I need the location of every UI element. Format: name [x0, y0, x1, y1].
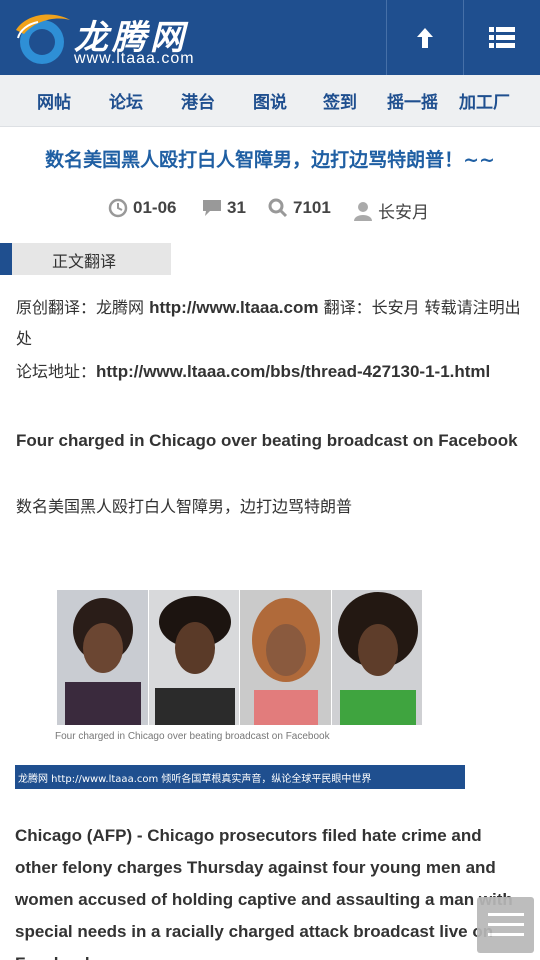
forum-line: 论坛地址：http://www.ltaaa.com/bbs/thread-427… [16, 356, 528, 387]
meta-date-value: 01-06 [133, 198, 177, 217]
nav-item-hktw[interactable]: 港台 [181, 88, 215, 113]
logo-swoosh-icon [16, 14, 70, 64]
source-prefix: 原创翻译：龙腾网 [16, 298, 150, 317]
mugshot-3 [240, 590, 331, 725]
meta-comments-value: 31 [227, 198, 246, 217]
source-url[interactable]: http://www.ltaaa.com [149, 298, 318, 317]
forum-prefix: 论坛地址： [16, 362, 97, 381]
meta-views-value: 7101 [293, 198, 331, 217]
list-icon [489, 26, 515, 48]
mugshot-4 [331, 590, 422, 725]
nav-item-factory[interactable]: 加工厂 [459, 88, 510, 113]
mugshot-2 [148, 590, 239, 725]
scroll-top-button[interactable] [386, 0, 463, 75]
floating-menu-button[interactable] [477, 897, 534, 953]
source-line: 原创翻译：龙腾网 http://www.ltaaa.com 翻译：长安月 转载请… [16, 292, 528, 354]
search-icon [268, 198, 288, 218]
arrow-up-icon [417, 27, 433, 48]
section-tab-label: 正文翻译 [52, 252, 117, 271]
article-content: 原创翻译：龙腾网 http://www.ltaaa.com 翻译：长安月 转载请… [16, 292, 528, 522]
article-body-en: Chicago (AFP) - Chicago prosecutors file… [15, 826, 513, 960]
nav-item-shake[interactable]: 摇一摇 [387, 88, 438, 113]
article-image[interactable]: Four charged in Chicago over beating bro… [15, 575, 465, 789]
nav-item-pictures[interactable]: 图说 [253, 88, 287, 113]
user-icon [353, 201, 373, 221]
site-logo[interactable]: 龙腾网 www.ltaaa.com [12, 6, 232, 70]
top-bar: 龙腾网 www.ltaaa.com [0, 0, 540, 75]
clock-icon [108, 198, 128, 218]
nav-item-forum[interactable]: 论坛 [109, 88, 143, 113]
hamburger-icon [487, 913, 524, 936]
comment-icon [202, 199, 222, 217]
meta-author[interactable]: 长安月 [353, 198, 429, 223]
main-nav: 网帖 论坛 港台 图说 签到 摇一摇 加工厂 [0, 75, 540, 127]
logo-url: www.ltaaa.com [74, 50, 195, 67]
meta-date: 01-06 [108, 198, 176, 218]
meta-author-value: 长安月 [378, 203, 429, 223]
nav-item-posts[interactable]: 网帖 [37, 88, 71, 113]
forum-url[interactable]: http://www.ltaaa.com/bbs/thread-427130-1… [96, 362, 490, 381]
meta-comments[interactable]: 31 [202, 198, 246, 218]
headline-cn: 数名美国黑人殴打白人智障男，边打边骂特朗普 [16, 497, 353, 516]
mugshot-1 [57, 590, 148, 725]
nav-item-checkin[interactable]: 签到 [323, 88, 357, 113]
image-watermark-bar: 龙腾网 http://www.ltaaa.com 倾听各国草根真实声音，纵论全球… [15, 765, 465, 789]
article-meta: 01-06 31 7101 长安月 [0, 198, 540, 223]
article-title: 数名美国黑人殴打白人智障男，边打边骂特朗普！~~ [45, 149, 495, 171]
image-caption: Four charged in Chicago over beating bro… [55, 731, 330, 742]
meta-views: 7101 [268, 198, 331, 218]
headline-en: Four charged in Chicago over beating bro… [16, 431, 518, 450]
mugshot-strip [57, 590, 423, 725]
section-tab-translation: 正文翻译 [0, 243, 171, 275]
menu-button[interactable] [463, 0, 540, 75]
image-watermark: 龙腾网 http://www.ltaaa.com 倾听各国草根真实声音，纵论全球… [18, 774, 372, 785]
